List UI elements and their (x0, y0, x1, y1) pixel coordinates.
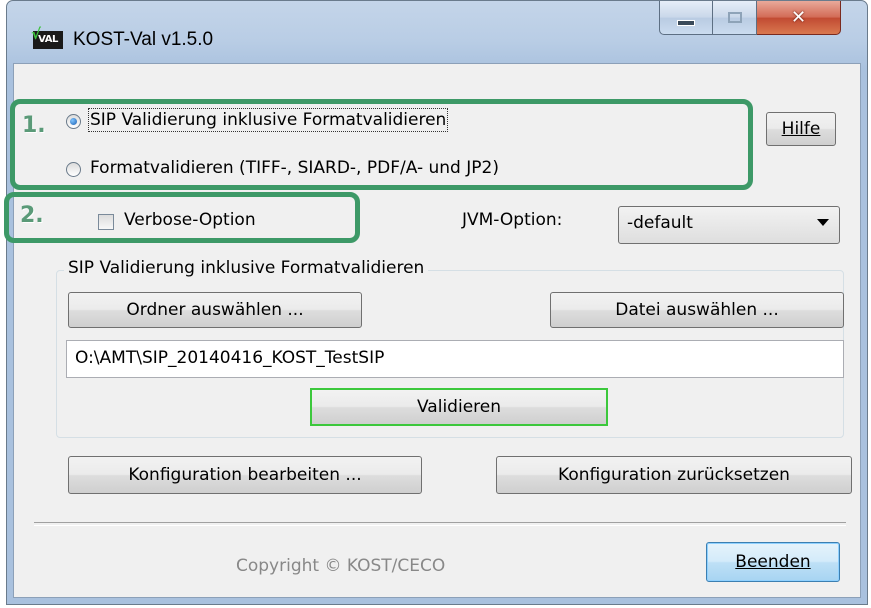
help-button[interactable]: Hilfe (766, 112, 836, 146)
verbose-label[interactable]: Verbose-Option (124, 210, 256, 230)
minimize-button[interactable] (659, 1, 713, 35)
radio-sip-validation[interactable] (66, 114, 81, 129)
chevron-down-icon (817, 219, 829, 226)
jvm-option-select[interactable]: -default (618, 206, 840, 244)
maximize-icon (727, 12, 742, 23)
edit-config-label: Konfiguration bearbeiten ... (128, 465, 362, 485)
copyright-text: Copyright © KOST/CECO (236, 556, 446, 576)
jvm-option-label: JVM-Option: (462, 210, 563, 230)
close-icon: ✕ (790, 7, 807, 28)
validate-button-label: Validieren (417, 397, 501, 417)
app-logo-icon: √ VAL (31, 25, 63, 49)
maximize-button[interactable] (713, 1, 757, 35)
path-input[interactable]: O:\AMT\SIP_20140416_KOST_TestSIP (66, 340, 844, 378)
verbose-checkbox[interactable] (98, 214, 114, 230)
window-controls: ✕ (659, 1, 841, 38)
highlight-marker-2: 2. (20, 203, 44, 228)
dialog-client-area: SIP Validierung inklusive Formatvalidier… (13, 63, 861, 598)
groupbox-title: SIP Validierung inklusive Formatvalidier… (64, 258, 429, 278)
highlight-marker-1: 1. (22, 113, 46, 138)
jvm-option-value: -default (627, 213, 693, 233)
select-file-button[interactable]: Datei auswählen ... (550, 292, 844, 328)
radio-format-label[interactable]: Formatvalidieren (TIFF-, SIARD-, PDF/A- … (90, 158, 499, 178)
select-file-label: Datei auswählen ... (615, 300, 779, 320)
radio-format-validation[interactable] (66, 162, 81, 177)
window-title: KOST-Val v1.5.0 (73, 29, 214, 50)
edit-config-button[interactable]: Konfiguration bearbeiten ... (68, 456, 422, 494)
quit-button-label: Beenden (735, 552, 811, 572)
app-logo-text: VAL (38, 34, 58, 45)
quit-button[interactable]: Beenden (706, 542, 840, 582)
help-button-label: Hilfe (781, 119, 821, 139)
minimize-icon (677, 19, 695, 26)
select-folder-button[interactable]: Ordner auswählen ... (68, 292, 362, 328)
title-bar[interactable]: √ VAL KOST-Val v1.5.0 ✕ (7, 1, 867, 63)
reset-config-button[interactable]: Konfiguration zurücksetzen (496, 456, 852, 494)
validate-button[interactable]: Validieren (310, 388, 608, 426)
close-button[interactable]: ✕ (757, 1, 841, 35)
separator (34, 522, 846, 526)
reset-config-label: Konfiguration zurücksetzen (558, 465, 790, 485)
radio-sip-label[interactable]: SIP Validierung inklusive Formatvalidier… (87, 108, 449, 132)
select-folder-label: Ordner auswählen ... (126, 300, 304, 320)
app-window: √ VAL KOST-Val v1.5.0 ✕ SIP Validierung i… (6, 0, 868, 605)
